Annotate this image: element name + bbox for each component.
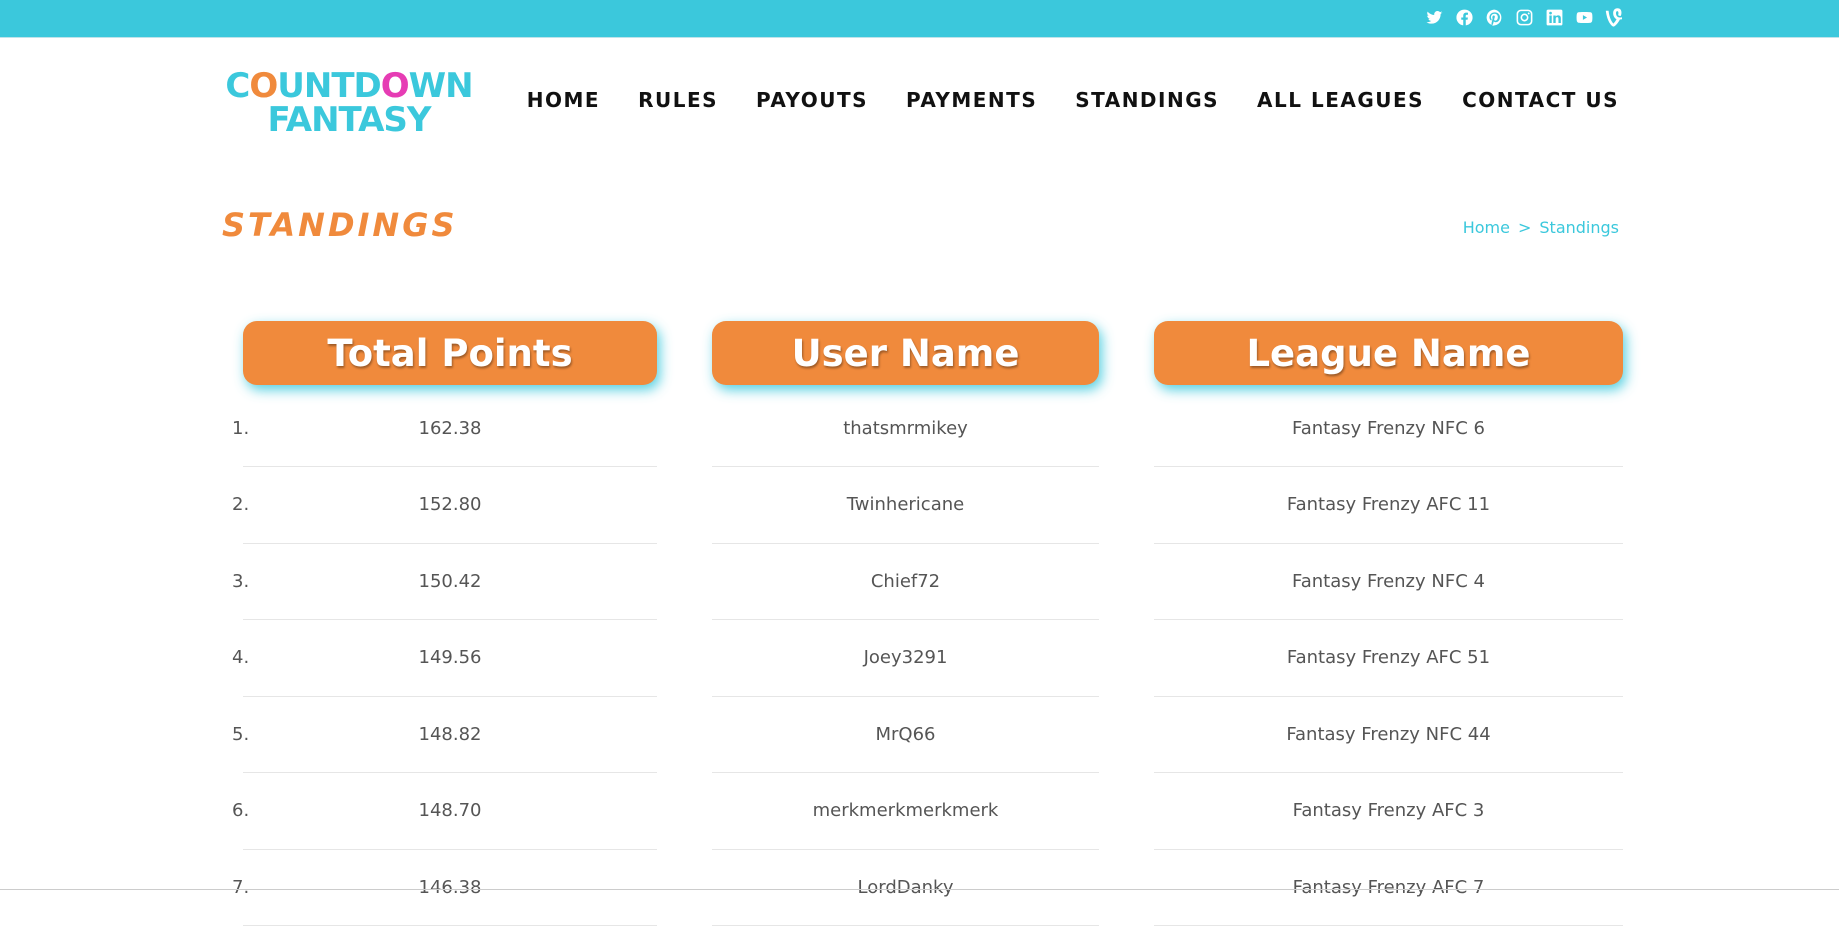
page-title: STANDINGS: [222, 206, 458, 244]
top-bar: [0, 0, 1839, 38]
breadcrumb: Home > Standings: [1463, 218, 1619, 237]
breadcrumb-current: Standings: [1539, 218, 1619, 237]
row-user-name: LordDanky: [712, 849, 1099, 926]
row-user-name: merkmerkmerkmerk: [712, 773, 1099, 850]
nav-rules[interactable]: RULES: [638, 88, 718, 112]
header-total-points: Total Points: [243, 321, 657, 385]
breadcrumb-separator: >: [1517, 218, 1532, 237]
row-total-points: 150.42: [243, 543, 657, 620]
standings-table: 1. 162.38 thatsmrmikey Fantasy Frenzy NF…: [0, 390, 1839, 926]
countdown-fantasy-logo[interactable]: COUNTDOWN FANTASY: [224, 66, 474, 140]
row-total-points: 152.80: [243, 467, 657, 544]
row-league-name: Fantasy Frenzy AFC 7: [1154, 849, 1623, 926]
header-user-name: User Name: [712, 321, 1099, 385]
facebook-icon[interactable]: [1453, 6, 1475, 28]
row-user-name: Twinhericane: [712, 467, 1099, 544]
row-league-name: Fantasy Frenzy AFC 51: [1154, 620, 1623, 697]
row-user-name: Chief72: [712, 543, 1099, 620]
youtube-icon[interactable]: [1573, 6, 1595, 28]
row-total-points: 146.38: [243, 849, 657, 926]
table-row: 7. 146.38 LordDanky Fantasy Frenzy AFC 7: [0, 849, 1839, 926]
table-row: 6. 148.70 merkmerkmerkmerk Fantasy Frenz…: [0, 773, 1839, 850]
row-total-points: 162.38: [243, 390, 657, 467]
row-league-name: Fantasy Frenzy NFC 6: [1154, 390, 1623, 467]
table-row: 4. 149.56 Joey3291 Fantasy Frenzy AFC 51: [0, 620, 1839, 697]
row-user-name: thatsmrmikey: [712, 390, 1099, 467]
table-row: 1. 162.38 thatsmrmikey Fantasy Frenzy NF…: [0, 390, 1839, 467]
row-league-name: Fantasy Frenzy AFC 3: [1154, 773, 1623, 850]
nav-payouts[interactable]: PAYOUTS: [756, 88, 868, 112]
nav-home[interactable]: HOME: [527, 88, 600, 112]
row-user-name: MrQ66: [712, 696, 1099, 773]
viewport-bottom-border: [0, 889, 1839, 890]
nav-standings[interactable]: STANDINGS: [1075, 88, 1219, 112]
instagram-icon[interactable]: [1513, 6, 1535, 28]
pinterest-icon[interactable]: [1483, 6, 1505, 28]
twitter-icon[interactable]: [1423, 6, 1445, 28]
vine-icon[interactable]: [1603, 6, 1625, 28]
breadcrumb-home-link[interactable]: Home: [1463, 218, 1510, 237]
nav-contact-us[interactable]: CONTACT US: [1462, 88, 1619, 112]
row-total-points: 149.56: [243, 620, 657, 697]
row-user-name: Joey3291: [712, 620, 1099, 697]
row-total-points: 148.82: [243, 696, 657, 773]
nav-all-leagues[interactable]: ALL LEAGUES: [1257, 88, 1424, 112]
row-league-name: Fantasy Frenzy NFC 4: [1154, 543, 1623, 620]
row-league-name: Fantasy Frenzy NFC 44: [1154, 696, 1623, 773]
social-links: [1423, 6, 1625, 28]
table-row: 2. 152.80 Twinhericane Fantasy Frenzy AF…: [0, 467, 1839, 544]
main-nav: HOME RULES PAYOUTS PAYMENTS STANDINGS AL…: [527, 88, 1619, 112]
table-row: 5. 148.82 MrQ66 Fantasy Frenzy NFC 44: [0, 696, 1839, 773]
logo-wordmark-line1: COUNTDOWN: [225, 66, 473, 106]
nav-payments[interactable]: PAYMENTS: [906, 88, 1037, 112]
linkedin-icon[interactable]: [1543, 6, 1565, 28]
header-league-name: League Name: [1154, 321, 1623, 385]
row-total-points: 148.70: [243, 773, 657, 850]
logo-wordmark-line2: FANTASY: [267, 100, 431, 140]
table-row: 3. 150.42 Chief72 Fantasy Frenzy NFC 4: [0, 543, 1839, 620]
row-league-name: Fantasy Frenzy AFC 11: [1154, 467, 1623, 544]
